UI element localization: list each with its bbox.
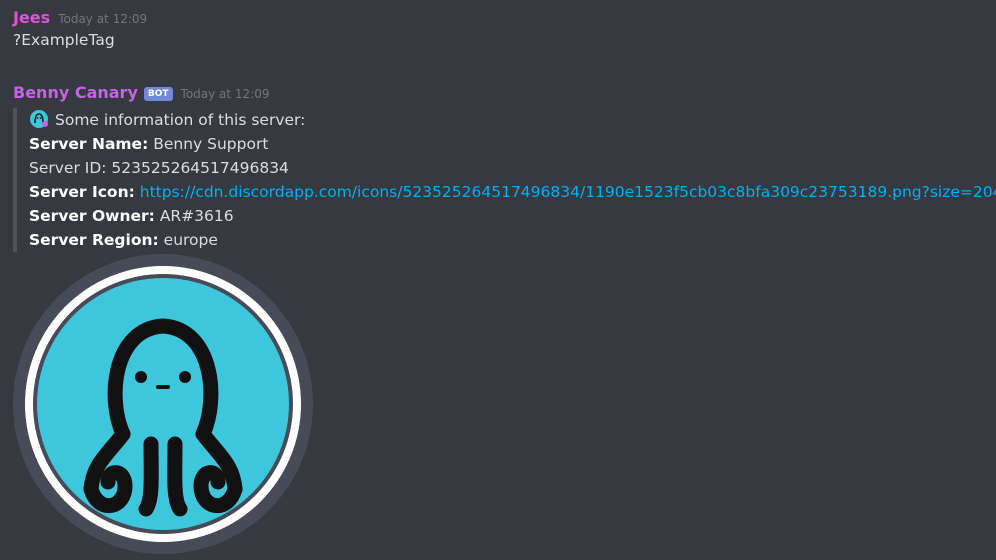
username[interactable]: Jees <box>13 8 50 27</box>
server-name-label: Server Name: <box>29 135 149 153</box>
timestamp: Today at 12:09 <box>180 87 270 101</box>
server-owner-line: Server Owner: AR#3616 <box>29 204 993 228</box>
octopus-server-icon[interactable] <box>13 254 313 554</box>
username[interactable]: Benny Canary <box>13 83 138 102</box>
server-id-line: Server ID: 523525264517496834 <box>29 159 289 177</box>
message-jees: Jees Today at 12:09 ?ExampleTag <box>13 8 147 49</box>
server-name-value: Benny Support <box>153 135 269 153</box>
server-name-line: Server Name: Benny Support <box>29 132 993 156</box>
server-icon-link[interactable]: https://cdn.discordapp.com/icons/5235252… <box>140 183 996 201</box>
bot-badge: BOT <box>143 87 173 101</box>
message-header: Benny Canary BOT Today at 12:09 <box>13 83 270 103</box>
server-icon-label: Server Icon: <box>29 183 135 201</box>
server-owner-value: AR#3616 <box>159 207 234 225</box>
embed-intro-line: Some information of this server: <box>29 108 993 132</box>
server-region-label: Server Region: <box>29 231 159 249</box>
message-header: Jees Today at 12:09 <box>13 8 147 27</box>
embed-intro: Some information of this server: <box>55 111 306 129</box>
server-owner-label: Server Owner: <box>29 207 155 225</box>
server-icon-line: Server Icon: https://cdn.discordapp.com/… <box>29 180 996 204</box>
server-region-line: Server Region: europe <box>29 228 993 252</box>
server-region-value: europe <box>163 231 218 249</box>
message-content: ?ExampleTag <box>13 31 115 49</box>
timestamp: Today at 12:09 <box>58 12 148 26</box>
octopus-emoji-icon <box>30 110 48 128</box>
message-benny-canary: Benny Canary BOT Today at 12:09 <box>13 83 270 103</box>
server-info-embed: Some information of this server: Server … <box>13 108 996 252</box>
